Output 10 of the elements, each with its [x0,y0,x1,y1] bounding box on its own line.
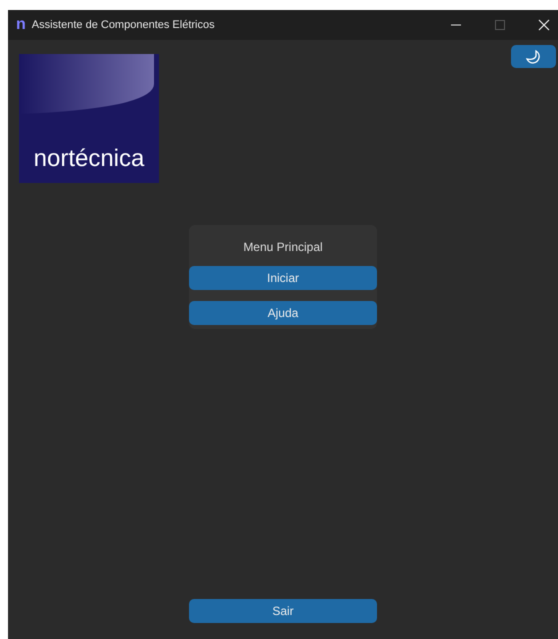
exit-button[interactable]: Sair [189,599,377,623]
theme-toggle-button[interactable] [511,45,556,68]
logo-text: nortécnica [34,145,144,173]
moon-icon [526,50,542,64]
menu-title: Menu Principal [242,239,324,256]
window-title: Assistente de Componentes Elétricos [32,19,216,31]
app-logo: n [16,17,26,33]
close-icon[interactable] [538,19,550,31]
menu-button[interactable]: Iniciar [189,266,377,290]
menu-button[interactable]: Ajuda [189,301,377,325]
